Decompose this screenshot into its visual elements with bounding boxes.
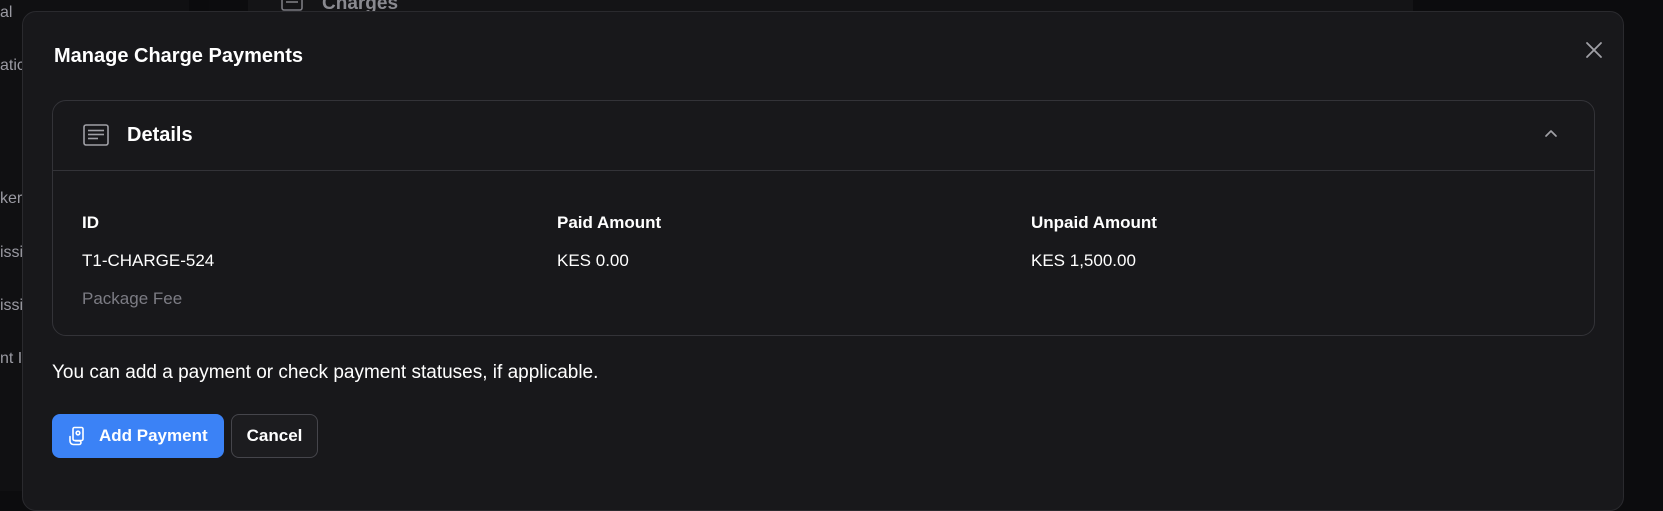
helper-text: You can add a payment or check payment s…: [52, 362, 599, 383]
add-payment-label: Add Payment: [99, 426, 208, 445]
cancel-button[interactable]: Cancel: [231, 414, 318, 458]
document-lines-icon: [83, 124, 109, 146]
sidebar-item-fragment[interactable]: al: [0, 4, 12, 22]
manage-charge-payments-dialog: Manage Charge Payments Details ID T1-CHA…: [22, 11, 1624, 511]
details-title: Details: [127, 124, 193, 146]
charge-id-value: T1-CHARGE-524: [82, 251, 215, 270]
field-label: Paid Amount: [557, 213, 662, 232]
charge-id-field: ID T1-CHARGE-524 Package Fee: [82, 213, 214, 309]
close-icon: [1586, 42, 1602, 58]
unpaid-amount-value: KES 1,500.00: [1031, 251, 1136, 270]
chevron-up-icon[interactable]: [1543, 126, 1559, 142]
close-button[interactable]: [1578, 34, 1610, 66]
cancel-label: Cancel: [246, 426, 303, 445]
details-panel: Details ID T1-CHARGE-524 Package Fee Pai…: [52, 100, 1595, 336]
sidebar-item-fragment[interactable]: nt I: [0, 350, 22, 368]
field-label: Unpaid Amount: [1031, 213, 1157, 232]
paid-amount-value: KES 0.00: [557, 251, 629, 270]
payment-hand-icon: [68, 426, 88, 446]
sidebar-item-fragment[interactable]: issi: [0, 244, 23, 262]
paid-amount-field: Paid Amount KES 0.00: [557, 213, 661, 271]
charge-description: Package Fee: [82, 289, 183, 308]
add-payment-button[interactable]: Add Payment: [52, 414, 224, 458]
field-label: ID: [82, 213, 99, 232]
unpaid-amount-field: Unpaid Amount KES 1,500.00: [1031, 213, 1157, 271]
dialog-title: Manage Charge Payments: [54, 45, 303, 67]
details-accordion-header[interactable]: Details: [53, 101, 1594, 171]
sidebar-item-fragment[interactable]: issi: [0, 297, 23, 315]
